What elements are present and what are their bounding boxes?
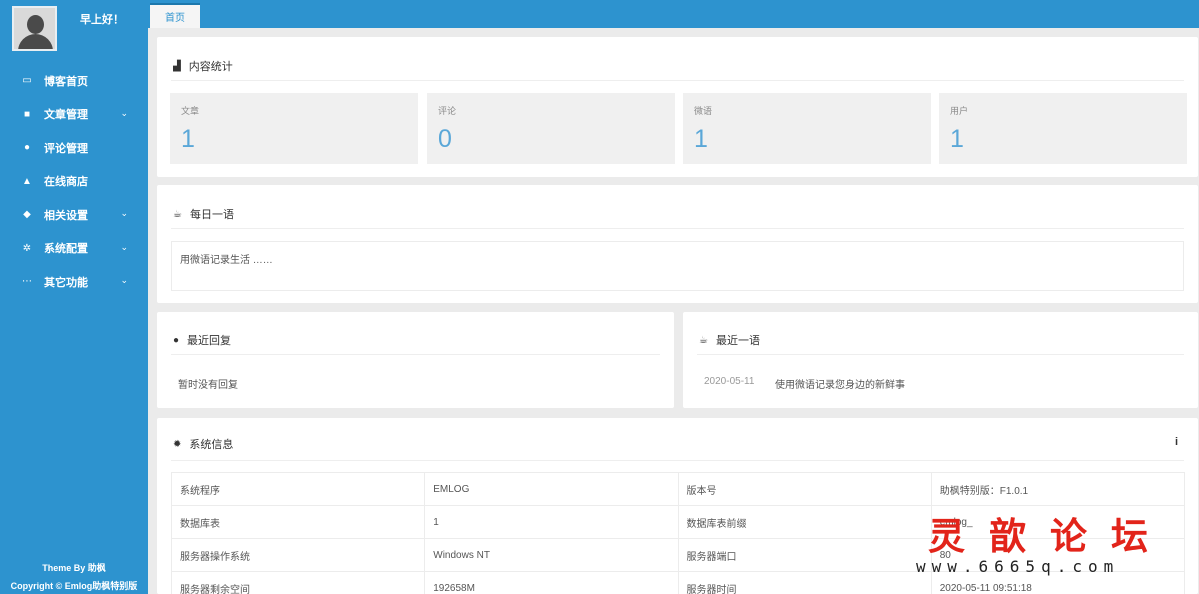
table-cell: 服务器剩余空间 — [170, 571, 426, 594]
content-stats-panel: ▟ 内容统计 文章 1 评论 0 微语 1 用户 1 — [157, 37, 1198, 177]
coffee-icon: ☕ — [699, 334, 708, 346]
sidebar-item-label: 其它功能 — [44, 276, 88, 289]
table-cell: Windows NT — [424, 538, 679, 572]
panel-title: 内容统计 — [188, 61, 233, 73]
sidebar-item-blog-home[interactable]: ▭ 博客首页 — [0, 64, 148, 98]
daily-quote-panel: ☕ 每日一语 用微语记录生活 …… — [157, 185, 1198, 303]
sidebar-item-label: 博客首页 — [44, 75, 88, 88]
document-icon: ■ — [23, 108, 31, 120]
stat-card-comments[interactable]: 评论 0 — [427, 93, 675, 164]
divider — [171, 80, 1184, 81]
recent-twitter-panel: ☕ 最近一语 2020-05-11 使用微语记录您身边的新鲜事 — [683, 312, 1198, 408]
chevron-down-icon: ⌄ — [120, 208, 128, 218]
comments-icon: ● — [23, 142, 31, 154]
table-cell: 数据库表 — [170, 505, 426, 539]
panel-header: ☕ 每日一语 — [173, 200, 234, 228]
table-cell: 服务器时间 — [677, 571, 932, 594]
table-cell: 服务器操作系统 — [170, 538, 426, 572]
stat-label: 文章 — [181, 106, 200, 116]
divider — [171, 228, 1184, 229]
sidebar-item-related-settings[interactable]: ◆ 相关设置 ⌄ — [0, 198, 148, 232]
twitter-date: 2020-05-11 — [704, 376, 755, 387]
gears-icon: ✲ — [22, 242, 32, 254]
sidebar-item-other-functions[interactable]: ⋯ 其它功能 ⌄ — [0, 265, 148, 299]
stat-label: 用户 — [950, 106, 969, 116]
divider — [697, 354, 1184, 355]
stat-card-twitters[interactable]: 微语 1 — [683, 93, 931, 164]
table-cell: 服务器端口 — [677, 538, 932, 572]
stat-label: 微语 — [694, 106, 713, 116]
coffee-icon: ☕ — [173, 208, 182, 220]
panel-header: ☕ 最近一语 — [699, 326, 760, 354]
panel-title: 系统信息 — [189, 439, 234, 451]
panel-header: ✹ 系统信息 — [173, 430, 233, 458]
divider — [171, 354, 660, 355]
stat-value: 1 — [950, 125, 964, 153]
copyright-text: Copyright © Emlog助枫特别版 — [10, 581, 138, 591]
monitor-icon: ▭ — [22, 75, 32, 87]
chevron-down-icon: ⌄ — [120, 107, 128, 118]
theme-credit: Theme By 助枫 — [42, 563, 106, 573]
table-cell: 数据库表前缀 — [677, 505, 932, 539]
stat-label: 评论 — [438, 106, 457, 116]
sidebar-item-label: 相关设置 — [44, 209, 88, 222]
sidebar-item-label: 在线商店 — [44, 176, 88, 189]
stat-card-articles[interactable]: 文章 1 — [170, 93, 418, 164]
stat-value: 1 — [694, 125, 708, 153]
stat-value: 1 — [181, 125, 195, 153]
table-cell: 系统程序 — [170, 472, 426, 506]
top-bar: 首页 — [148, 0, 1199, 28]
table-cell: 192658M — [424, 571, 679, 594]
stat-card-users[interactable]: 用户 1 — [939, 93, 1187, 164]
quote-text: 用微语记录生活 …… — [180, 255, 273, 266]
twitter-text[interactable]: 使用微语记录您身边的新鲜事 — [775, 376, 905, 391]
tab-home[interactable]: 首页 — [150, 3, 200, 28]
ellipsis-icon: ⋯ — [22, 276, 32, 288]
sidebar-item-comment-management[interactable]: ● 评论管理 — [0, 131, 148, 165]
table-cell: 助枫特别版：F1.0.1 — [930, 472, 1186, 506]
quote-box: 用微语记录生活 …… — [171, 241, 1184, 291]
cube-icon: ◆ — [23, 209, 31, 221]
sidebar-item-online-store[interactable]: ▲ 在线商店 — [0, 165, 148, 199]
panel-title: 每日一语 — [189, 209, 234, 221]
sidebar: 早上好！ ▭ 博客首页 ■ 文章管理 ⌄ ● 评论管理 ▲ 在线商店 ◆ 相关设… — [0, 0, 148, 594]
panel-header: ● 最近回复 — [173, 326, 231, 354]
gear-icon: ✹ — [173, 438, 182, 450]
avatar-head-shape — [27, 15, 44, 34]
panel-title: 最近回复 — [187, 335, 232, 347]
empty-replies-text: 暂时没有回复 — [178, 380, 238, 391]
panel-header: ▟ 内容统计 — [173, 52, 233, 80]
sidebar-item-label: 文章管理 — [44, 109, 88, 122]
table-cell: 1 — [424, 505, 679, 539]
shopping-bag-icon: ▲ — [22, 175, 32, 187]
watermark-url: www.6665q.com — [916, 557, 1120, 576]
chevron-down-icon: ⌄ — [120, 275, 128, 285]
info-icon[interactable]: i — [1175, 436, 1178, 448]
panel-title: 最近一语 — [715, 335, 760, 347]
sidebar-item-article-management[interactable]: ■ 文章管理 ⌄ — [0, 98, 148, 132]
sidebar-item-system-config[interactable]: ✲ 系统配置 ⌄ — [0, 232, 148, 266]
chevron-down-icon: ⌄ — [120, 241, 128, 252]
divider — [171, 460, 1184, 461]
bar-chart-icon: ▟ — [173, 60, 181, 72]
comments-icon: ● — [173, 334, 180, 346]
recent-replies-panel: ● 最近回复 暂时没有回复 — [157, 312, 674, 408]
stat-value: 0 — [438, 125, 452, 153]
table-row: 系统程序 EMLOG 版本号 助枫特别版：F1.0.1 — [170, 472, 1186, 506]
sidebar-item-label: 评论管理 — [44, 142, 88, 155]
avatar[interactable] — [12, 6, 57, 51]
user-panel: 早上好！ — [0, 0, 148, 58]
avatar-body-shape — [18, 34, 53, 49]
sidebar-item-label: 系统配置 — [44, 243, 88, 256]
sidebar-menu: ▭ 博客首页 ■ 文章管理 ⌄ ● 评论管理 ▲ 在线商店 ◆ 相关设置 ⌄ ✲… — [0, 64, 148, 299]
greeting-text: 早上好！ — [80, 14, 124, 26]
table-cell: EMLOG — [424, 472, 679, 506]
table-cell: 版本号 — [677, 472, 932, 506]
watermark-title: 灵歆论坛 — [928, 514, 1172, 558]
